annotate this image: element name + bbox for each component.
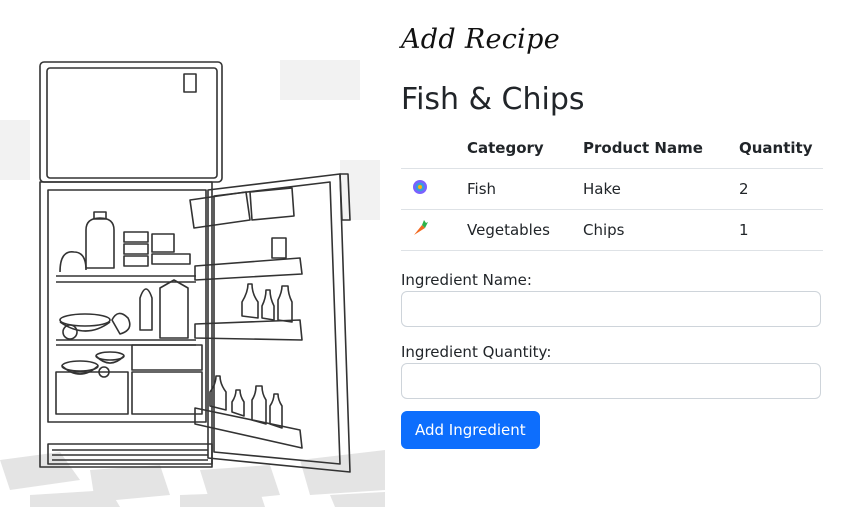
- app-brand: Add Recipe: [401, 24, 560, 55]
- open-fridge-drawing: [0, 60, 385, 507]
- row-category: Fish: [467, 168, 583, 210]
- table-header-row: Category Product Name Quantity: [401, 128, 823, 169]
- header-icon-col: [401, 128, 467, 169]
- carrot-icon: [411, 220, 429, 241]
- add-ingredient-button[interactable]: Add Ingredient: [401, 411, 540, 449]
- ingredient-quantity-input[interactable]: [401, 363, 821, 399]
- freezer-door: [39, 61, 223, 183]
- ingredient-name-label: Ingredient Name:: [401, 271, 532, 289]
- ingredient-name-input[interactable]: [401, 291, 821, 327]
- row-product: Hake: [583, 168, 739, 210]
- header-quantity: Quantity: [739, 128, 823, 169]
- table-row: Fish Hake 2: [401, 168, 823, 210]
- row-product: Chips: [583, 209, 739, 251]
- ingredient-quantity-label: Ingredient Quantity:: [401, 343, 552, 361]
- row-category: Vegetables: [467, 209, 583, 251]
- table-row: Vegetables Chips 1: [401, 209, 823, 251]
- header-category: Category: [467, 128, 583, 169]
- fridge-illustration: [0, 40, 388, 507]
- header-product-name: Product Name: [583, 128, 739, 169]
- ingredients-table: Category Product Name Quantity Fish Hake…: [401, 128, 823, 251]
- floor-tiles: [0, 450, 385, 507]
- row-quantity: 1: [739, 209, 823, 251]
- row-quantity: 2: [739, 168, 823, 210]
- recipe-title: Fish & Chips: [401, 82, 585, 117]
- fish-icon: [411, 180, 429, 200]
